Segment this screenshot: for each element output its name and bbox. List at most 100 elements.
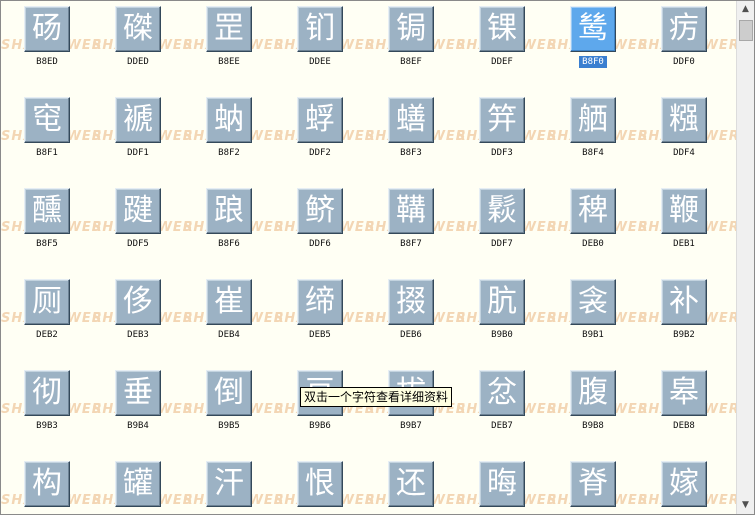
character-cell[interactable]: 鞭 DEB1: [638, 185, 708, 265]
character-tile[interactable]: 脊: [570, 461, 616, 507]
character-cell[interactable]: 稗 DEB0: [547, 185, 617, 265]
character-tile[interactable]: 衾: [570, 279, 616, 325]
character-tile[interactable]: 舾: [570, 97, 616, 143]
character-tile[interactable]: 踉: [206, 188, 252, 234]
scroll-up-arrow-icon[interactable]: ▲: [737, 1, 754, 18]
character-tile[interactable]: 鬏: [479, 188, 525, 234]
character-cell[interactable]: 窀 B8F1: [1, 94, 71, 174]
vertical-scrollbar[interactable]: ▲ ▼: [736, 1, 754, 514]
character-cell[interactable]: 晦: [456, 458, 526, 514]
character-cell[interactable]: 褫 DDF1: [92, 94, 162, 174]
character-tile[interactable]: 嫁: [661, 461, 707, 507]
character-cell[interactable]: 衾 B9B1: [547, 276, 617, 356]
character-cell[interactable]: 蜉 DDF2: [274, 94, 344, 174]
character-tile[interactable]: 蟮: [388, 97, 434, 143]
character-code-label: B9B1: [582, 330, 604, 340]
character-cell[interactable]: 鸶 B8F0: [547, 3, 617, 83]
character-cell[interactable]: 拔B9B7: [365, 367, 435, 447]
character-tile[interactable]: 崔: [206, 279, 252, 325]
character-tile[interactable]: 还: [388, 461, 434, 507]
character-tile[interactable]: 疠: [661, 6, 707, 52]
character-cell[interactable]: 踺 DDF5: [92, 185, 162, 265]
character-tile[interactable]: 忿: [479, 370, 525, 416]
character-cell[interactable]: 脊: [547, 458, 617, 514]
character-cell[interactable]: 锞 DDEF: [456, 3, 526, 83]
character-cell[interactable]: 鲚 DDF6: [274, 185, 344, 265]
character-tile[interactable]: 钔: [297, 6, 343, 52]
character-cell[interactable]: 蚋 B8F2: [183, 94, 253, 174]
character-tile[interactable]: 罡: [206, 6, 252, 52]
character-tile[interactable]: 窀: [24, 97, 70, 143]
character-tile[interactable]: 鸶: [570, 6, 616, 52]
character-tile[interactable]: 补: [661, 279, 707, 325]
character-tile[interactable]: 锔: [388, 6, 434, 52]
character-cell[interactable]: 踉 B8F6: [183, 185, 253, 265]
character-tile[interactable]: 侈: [115, 279, 161, 325]
character-cell[interactable]: 磔 DDED: [92, 3, 162, 83]
character-cell[interactable]: 笄 DDF3: [456, 94, 526, 174]
character-tile[interactable]: 汗: [206, 461, 252, 507]
character-cell[interactable]: 缔 DEB5: [274, 276, 344, 356]
character-cell[interactable]: 鬏 DDF7: [456, 185, 526, 265]
character-cell[interactable]: 罐: [92, 458, 162, 514]
character-tile[interactable]: 醺: [24, 188, 70, 234]
character-cell[interactable]: 糨 DDF4: [638, 94, 708, 174]
character-cell[interactable]: 豆B9B6: [274, 367, 344, 447]
character-tile[interactable]: 鞲: [388, 188, 434, 234]
character-tile[interactable]: 恨: [297, 461, 343, 507]
character-cell[interactable]: 垂 B9B4: [92, 367, 162, 447]
character-tile[interactable]: 腹: [570, 370, 616, 416]
character-cell[interactable]: 砀 B8ED: [1, 3, 71, 83]
character-tile[interactable]: 垂: [115, 370, 161, 416]
character-tile[interactable]: 磔: [115, 6, 161, 52]
character-cell[interactable]: 钔 DDEE: [274, 3, 344, 83]
character-cell[interactable]: 醺 B8F5: [1, 185, 71, 265]
character-tile[interactable]: 蜉: [297, 97, 343, 143]
character-cell[interactable]: 还: [365, 458, 435, 514]
character-cell[interactable]: 嫁: [638, 458, 708, 514]
character-cell[interactable]: 蟮 B8F3: [365, 94, 435, 174]
character-cell[interactable]: 舾 B8F4: [547, 94, 617, 174]
character-cell[interactable]: 侈 DEB3: [92, 276, 162, 356]
character-tile[interactable]: 罐: [115, 461, 161, 507]
character-tile[interactable]: 掇: [388, 279, 434, 325]
character-cell[interactable]: 倒 B9B5: [183, 367, 253, 447]
character-tile[interactable]: 缔: [297, 279, 343, 325]
character-tile[interactable]: 厕: [24, 279, 70, 325]
character-cell[interactable]: 皋 DEB8: [638, 367, 708, 447]
character-tile[interactable]: 倒: [206, 370, 252, 416]
character-tile[interactable]: 锞: [479, 6, 525, 52]
character-tile[interactable]: 糨: [661, 97, 707, 143]
character-tile[interactable]: 构: [24, 461, 70, 507]
character-cell[interactable]: 彻 B9B3: [1, 367, 71, 447]
scroll-down-arrow-icon[interactable]: ▼: [737, 497, 754, 514]
character-cell[interactable]: 肮 B9B0: [456, 276, 526, 356]
character-cell[interactable]: 疠 DDF0: [638, 3, 708, 83]
character-tile[interactable]: 褫: [115, 97, 161, 143]
character-tile[interactable]: 砀: [24, 6, 70, 52]
character-tile[interactable]: 肮: [479, 279, 525, 325]
character-tile[interactable]: 稗: [570, 188, 616, 234]
character-cell[interactable]: 构: [1, 458, 71, 514]
character-cell[interactable]: 汗: [183, 458, 253, 514]
character-code-label: B8F0: [579, 56, 607, 68]
scroll-thumb[interactable]: [739, 20, 753, 41]
character-cell[interactable]: 忿 DEB7: [456, 367, 526, 447]
character-cell[interactable]: 恨: [274, 458, 344, 514]
character-tile[interactable]: 彻: [24, 370, 70, 416]
character-cell[interactable]: 掇 DEB6: [365, 276, 435, 356]
character-tile[interactable]: 皋: [661, 370, 707, 416]
character-cell[interactable]: 崔 DEB4: [183, 276, 253, 356]
character-cell[interactable]: 厕 DEB2: [1, 276, 71, 356]
character-cell[interactable]: 罡 B8EE: [183, 3, 253, 83]
character-tile[interactable]: 晦: [479, 461, 525, 507]
character-tile[interactable]: 鲚: [297, 188, 343, 234]
character-tile[interactable]: 笄: [479, 97, 525, 143]
character-tile[interactable]: 鞭: [661, 188, 707, 234]
character-cell[interactable]: 锔 B8EF: [365, 3, 435, 83]
character-tile[interactable]: 踺: [115, 188, 161, 234]
character-cell[interactable]: 鞲 B8F7: [365, 185, 435, 265]
character-tile[interactable]: 蚋: [206, 97, 252, 143]
character-cell[interactable]: 腹 B9B8: [547, 367, 617, 447]
character-cell[interactable]: 补 B9B2: [638, 276, 708, 356]
